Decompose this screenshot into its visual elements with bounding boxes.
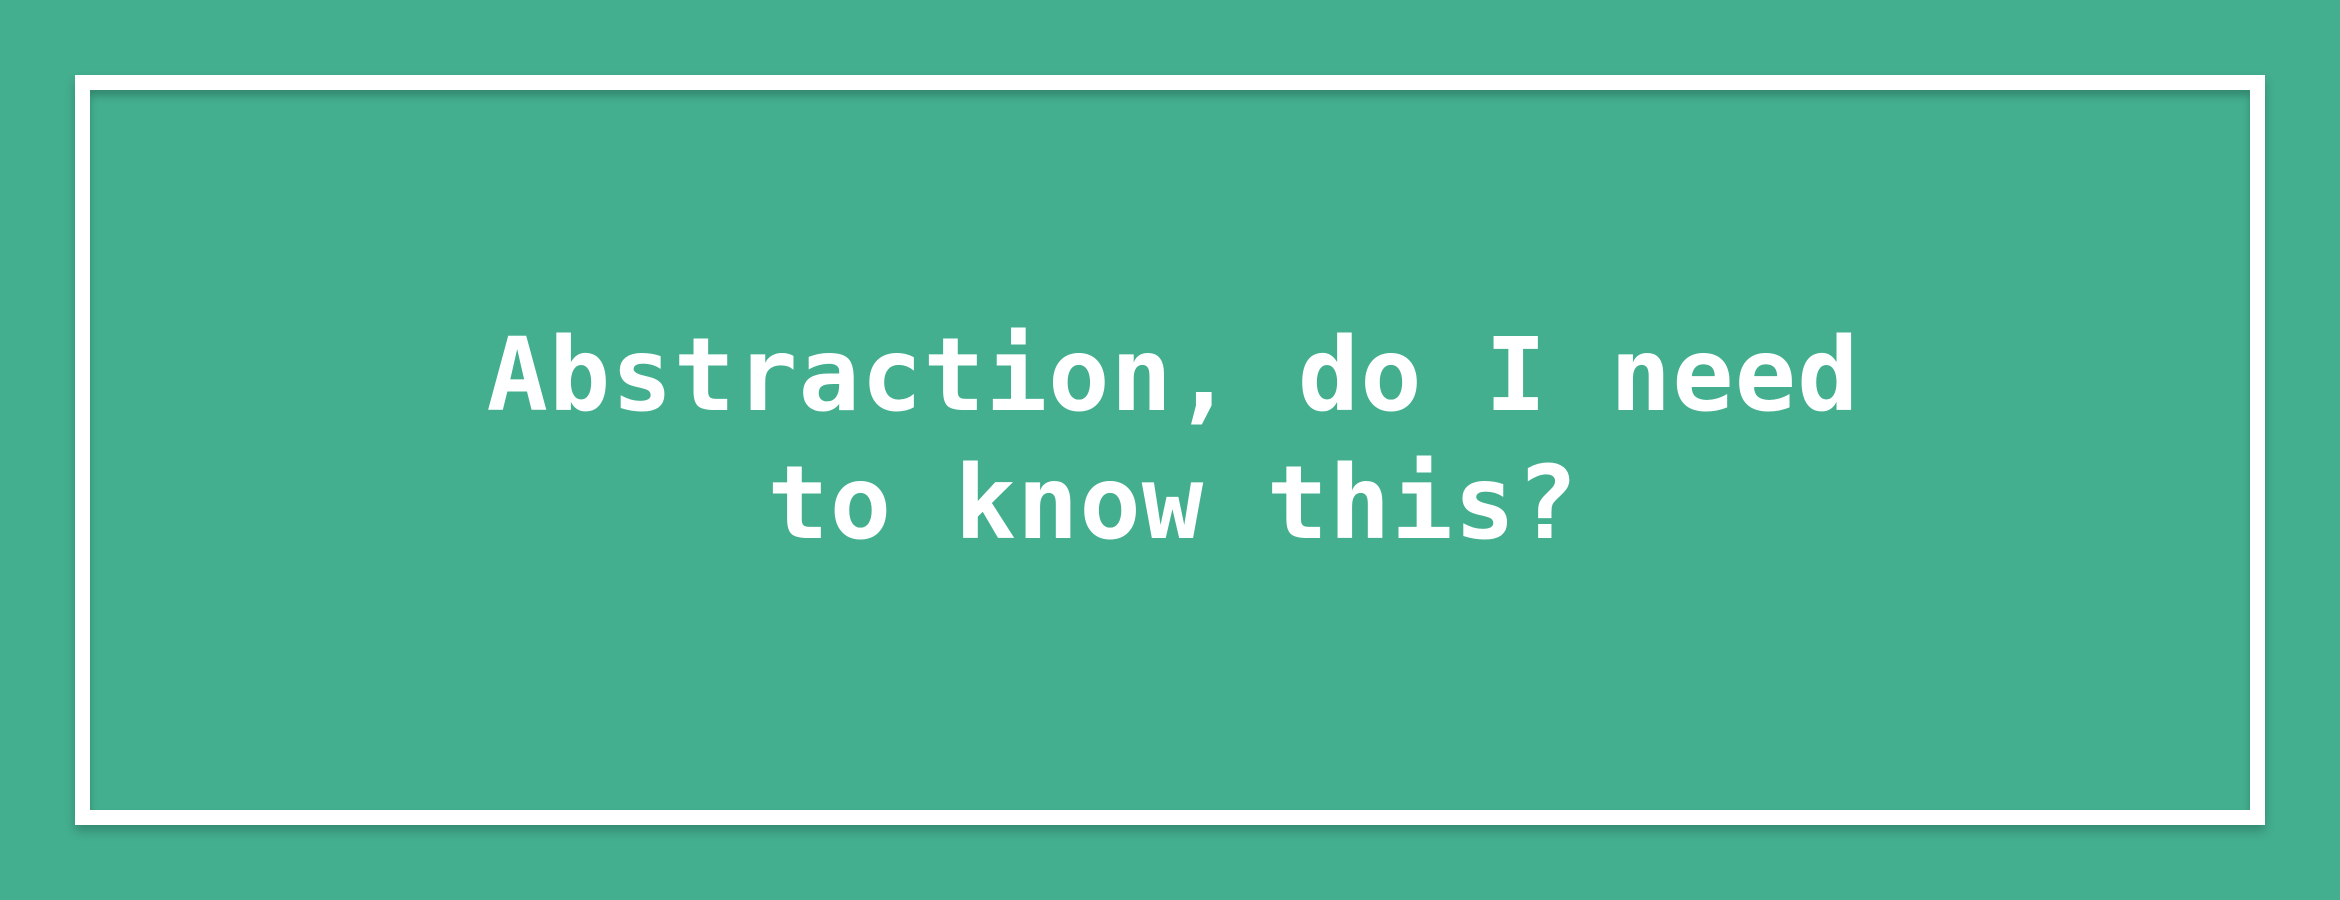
- page-title: Abstraction, do I need to know this?: [486, 316, 1860, 563]
- title-container: Abstraction, do I need to know this?: [0, 0, 2340, 900]
- title-card: Abstraction, do I need to know this?: [0, 0, 2340, 900]
